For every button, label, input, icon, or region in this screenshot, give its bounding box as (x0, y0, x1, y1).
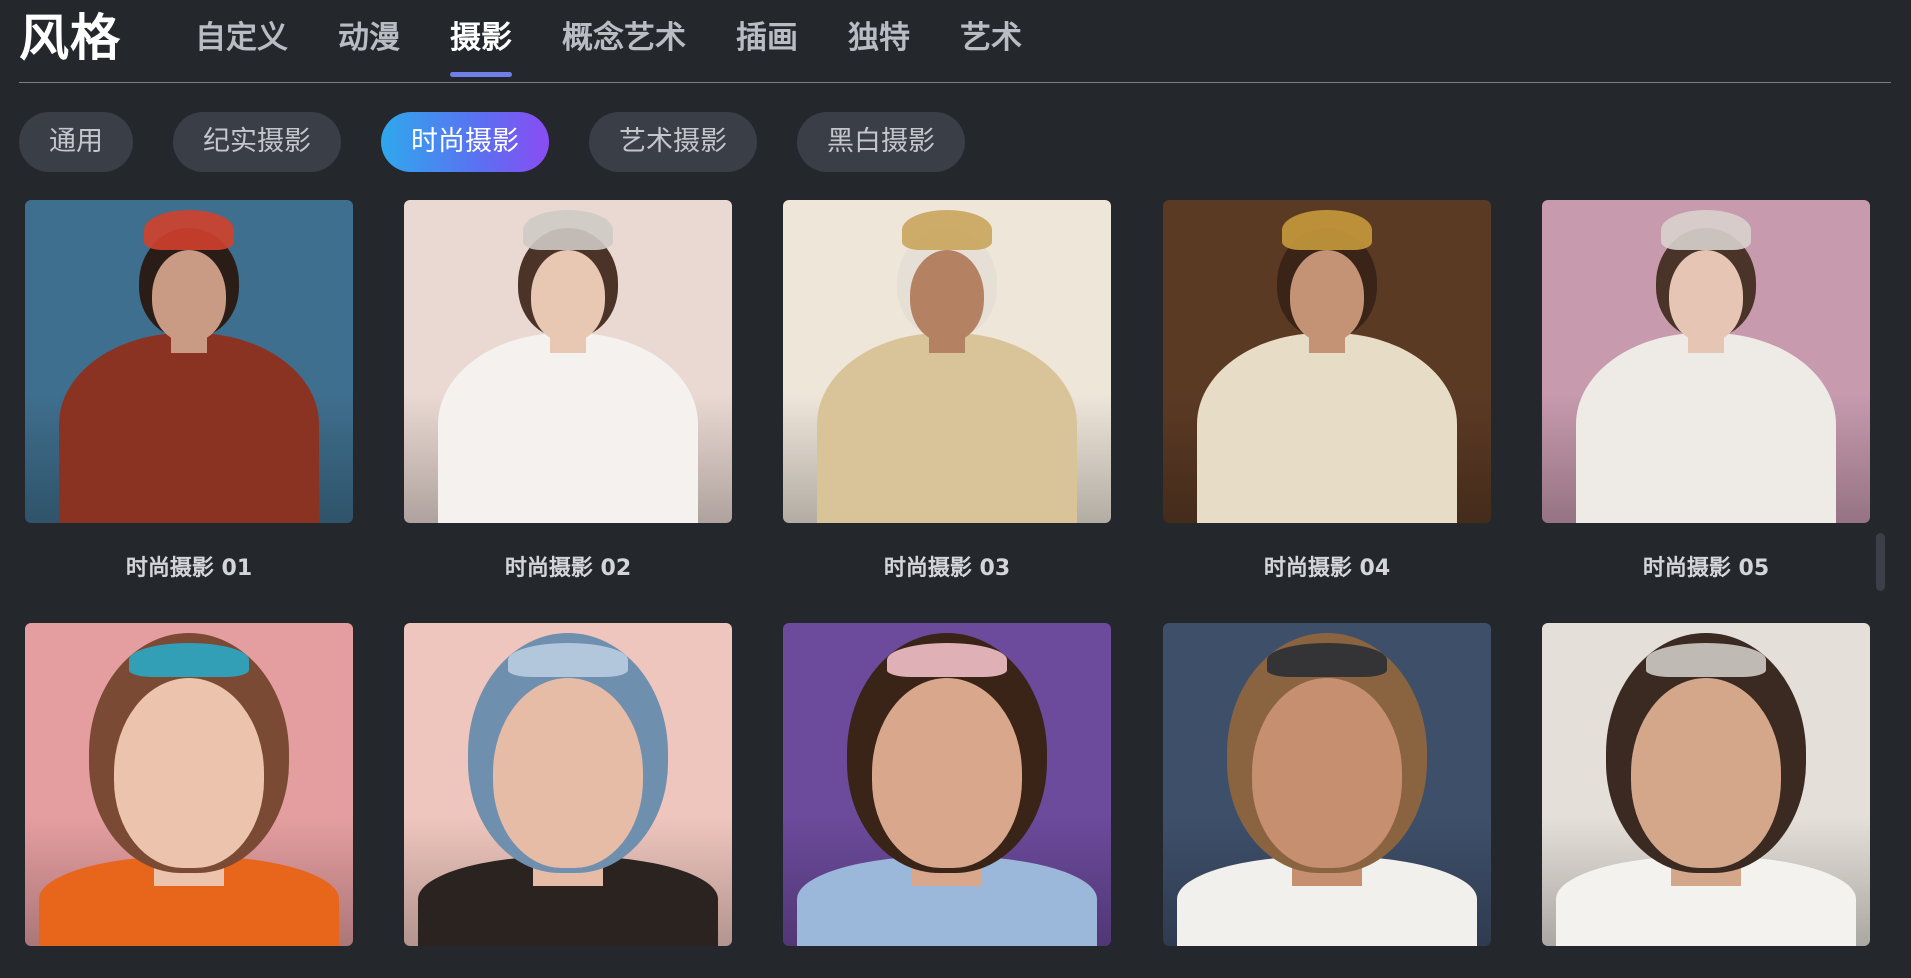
figure-outfit (1576, 333, 1836, 523)
style-picker-page: 风格 自定义 动漫 摄影 概念艺术 插画 独特 艺术 通用 纪实摄影 时尚摄影 … (0, 0, 1911, 978)
header: 风格 自定义 动漫 摄影 概念艺术 插画 独特 艺术 (19, 0, 1891, 82)
figure-face (910, 250, 984, 342)
tab-custom[interactable]: 自定义 (195, 0, 288, 58)
fashion-photo-01-image[interactable] (25, 200, 353, 523)
subcategory-filters: 通用 纪实摄影 时尚摄影 艺术摄影 黑白摄影 (19, 112, 1005, 172)
figure-headpiece (523, 210, 613, 250)
filter-fashion-photography[interactable]: 时尚摄影 (381, 112, 549, 172)
style-card[interactable] (783, 623, 1111, 946)
style-card-caption: 时尚摄影 04 (1263, 556, 1391, 581)
style-card[interactable] (1163, 623, 1491, 946)
figure-headpiece (1282, 210, 1372, 250)
filter-general[interactable]: 通用 (19, 112, 133, 172)
filter-documentary-photography[interactable]: 纪实摄影 (173, 112, 341, 172)
style-card[interactable] (1542, 623, 1870, 946)
fashion-photo-06-image[interactable] (25, 623, 353, 946)
figure-face (1252, 678, 1402, 868)
figure-headpiece (887, 643, 1007, 677)
header-divider (19, 82, 1891, 83)
figure-headpiece (1267, 643, 1387, 677)
tab-concept-art[interactable]: 概念艺术 (562, 0, 686, 58)
style-card[interactable]: 时尚摄影 05 (1542, 200, 1870, 583)
style-card[interactable]: 时尚摄影 03 (783, 200, 1111, 583)
figure-face (1669, 250, 1743, 342)
fashion-photo-10-image[interactable] (1542, 623, 1870, 946)
figure-headpiece (1661, 210, 1751, 250)
page-title: 风格 (19, 9, 121, 67)
figure-headpiece (508, 643, 628, 677)
figure-face (872, 678, 1022, 868)
style-card-caption: 时尚摄影 02 (504, 556, 632, 581)
figure-face (531, 250, 605, 342)
fashion-photo-04-image[interactable] (1163, 200, 1491, 523)
figure-face (493, 678, 643, 868)
figure-face (152, 250, 226, 342)
figure-face (114, 678, 264, 868)
figure-outfit (817, 333, 1077, 523)
style-card[interactable]: 时尚摄影 01 (25, 200, 353, 583)
style-card[interactable]: 时尚摄影 04 (1163, 200, 1491, 583)
fashion-photo-07-image[interactable] (404, 623, 732, 946)
figure-outfit (438, 333, 698, 523)
figure-headpiece (1646, 643, 1766, 677)
scrollbar-thumb[interactable] (1876, 533, 1885, 591)
figure-face (1631, 678, 1781, 868)
tab-art[interactable]: 艺术 (960, 0, 1022, 58)
tab-photography[interactable]: 摄影 (450, 0, 512, 77)
figure-outfit (1197, 333, 1457, 523)
fashion-photo-02-image[interactable] (404, 200, 732, 523)
filter-art-photography[interactable]: 艺术摄影 (589, 112, 757, 172)
active-tab-underline (450, 72, 512, 77)
fashion-photo-09-image[interactable] (1163, 623, 1491, 946)
figure-headpiece (144, 210, 234, 250)
style-card-caption: 时尚摄影 03 (883, 556, 1011, 581)
fashion-photo-03-image[interactable] (783, 200, 1111, 523)
style-card-caption: 时尚摄影 01 (125, 556, 253, 581)
filter-bw-photography[interactable]: 黑白摄影 (797, 112, 965, 172)
style-card[interactable] (25, 623, 353, 946)
style-card[interactable]: 时尚摄影 02 (404, 200, 732, 583)
figure-face (1290, 250, 1364, 342)
figure-outfit (59, 333, 319, 523)
category-tabs: 自定义 动漫 摄影 概念艺术 插画 独特 艺术 (195, 0, 1072, 82)
tab-anime[interactable]: 动漫 (338, 0, 400, 58)
figure-headpiece (129, 643, 249, 677)
tab-illustration[interactable]: 插画 (736, 0, 798, 58)
style-card-caption: 时尚摄影 05 (1642, 556, 1770, 581)
tab-unique[interactable]: 独特 (848, 0, 910, 58)
figure-headpiece (902, 210, 992, 250)
fashion-photo-05-image[interactable] (1542, 200, 1870, 523)
style-card[interactable] (404, 623, 732, 946)
fashion-photo-08-image[interactable] (783, 623, 1111, 946)
